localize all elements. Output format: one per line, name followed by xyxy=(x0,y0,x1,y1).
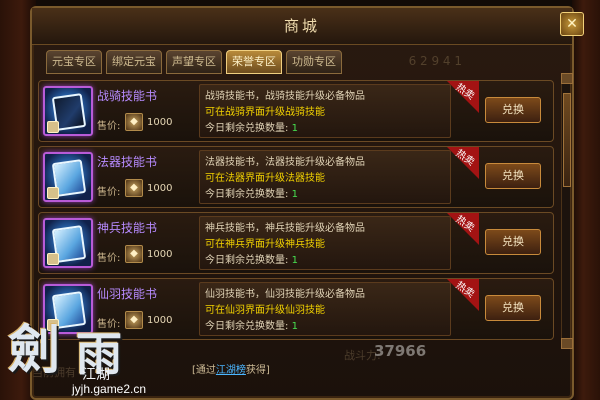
upgrade-hint: 可在神兵界面升级神兵技能 xyxy=(205,239,325,250)
list-item: 神兵技能书 售价: ◆ 1000 神兵技能书，神兵技能升级必备物品 可在神兵界面… xyxy=(38,212,554,274)
honor-currency-icon: ◆ xyxy=(125,245,143,263)
upgrade-hint: 可在仙羽界面升级仙羽技能 xyxy=(205,305,325,316)
remaining-count: 今日剩余兑换数量: 1 xyxy=(205,185,298,200)
item-description: 法器技能书，法器技能升级必备物品 可在法器界面升级法器技能 今日剩余兑换数量: … xyxy=(199,150,451,204)
game-logo: 劍 雨 江湖 jyjh.game2.cn xyxy=(0,306,170,400)
description-line: 战骑技能书，战骑技能升级必备物品 xyxy=(205,91,365,102)
logo-domain: jyjh.game2.cn xyxy=(72,382,147,396)
description-line: 法器技能书，法器技能升级必备物品 xyxy=(205,157,365,168)
tab-bound-yuanbao[interactable]: 绑定元宝 xyxy=(106,50,162,74)
item-list-scrollbar[interactable] xyxy=(561,73,573,349)
list-item: 法器技能书 售价: ◆ 1000 法器技能书，法器技能升级必备物品 可在法器界面… xyxy=(38,146,554,208)
remaining-label: 今日剩余兑换数量: xyxy=(205,255,289,266)
window-title: 商城 xyxy=(283,17,320,35)
item-name: 神兵技能书 xyxy=(97,221,158,235)
background-score-value: 37966 xyxy=(374,342,427,360)
remaining-value: 1 xyxy=(291,255,298,266)
scroll-thumb[interactable] xyxy=(563,93,571,187)
footer-note: [通过江湖榜获得] xyxy=(192,361,270,376)
footer-suffix: 获得] xyxy=(245,365,270,376)
upgrade-hint: 可在法器界面升级法器技能 xyxy=(205,173,325,184)
remaining-value: 1 xyxy=(291,123,298,134)
price-value: 1000 xyxy=(147,183,173,194)
price-label: 售价: xyxy=(97,253,121,264)
remaining-count: 今日剩余兑换数量: 1 xyxy=(205,119,298,134)
exchange-button[interactable]: 兑换 xyxy=(485,97,541,123)
item-icon[interactable] xyxy=(43,218,93,268)
tab-merit[interactable]: 功勋专区 xyxy=(286,50,342,74)
tab-honor[interactable]: 荣誉专区 xyxy=(226,50,282,74)
remaining-count: 今日剩余兑换数量: 1 xyxy=(205,251,298,266)
exchange-button[interactable]: 兑换 xyxy=(485,229,541,255)
description-line: 神兵技能书，神兵技能升级必备物品 xyxy=(205,223,365,234)
remaining-label: 今日剩余兑换数量: xyxy=(205,123,289,134)
honor-currency-icon: ◆ xyxy=(125,113,143,131)
item-icon[interactable] xyxy=(43,86,93,136)
title-bar: 商城 ✕ xyxy=(32,8,584,45)
item-description: 神兵技能书，神兵技能升级必备物品 可在神兵界面升级神兵技能 今日剩余兑换数量: … xyxy=(199,216,451,270)
price-label: 售价: xyxy=(97,121,121,132)
jianghu-ranking-link[interactable]: 江湖榜 xyxy=(216,365,246,376)
tab-prestige[interactable]: 声望专区 xyxy=(166,50,222,74)
lock-icon xyxy=(47,187,59,199)
logo-character-sword: 劍 xyxy=(8,320,61,381)
item-name: 法器技能书 xyxy=(97,155,158,169)
item-list: 战骑技能书 售价: ◆ 1000 战骑技能书，战骑技能升级必备物品 可在战骑界面… xyxy=(38,80,558,342)
currency-hint: 6 2 9 4 1 xyxy=(408,54,462,68)
lock-icon xyxy=(47,121,59,133)
remaining-value: 1 xyxy=(291,189,298,200)
item-name: 战骑技能书 xyxy=(97,89,158,103)
right-border-decoration xyxy=(572,0,600,400)
item-name: 仙羽技能书 xyxy=(97,287,158,301)
price-label: 售价: xyxy=(97,187,121,198)
item-description: 战骑技能书，战骑技能升级必备物品 可在战骑界面升级战骑技能 今日剩余兑换数量: … xyxy=(199,84,451,138)
honor-currency-icon: ◆ xyxy=(125,179,143,197)
close-button[interactable]: ✕ xyxy=(560,12,584,36)
upgrade-hint: 可在战骑界面升级战骑技能 xyxy=(205,107,325,118)
exchange-button[interactable]: 兑换 xyxy=(485,163,541,189)
lock-icon xyxy=(47,253,59,265)
scroll-down-button[interactable] xyxy=(561,338,573,349)
exchange-button[interactable]: 兑换 xyxy=(485,295,541,321)
remaining-value: 1 xyxy=(291,321,298,332)
item-icon[interactable] xyxy=(43,152,93,202)
tab-yuanbao[interactable]: 元宝专区 xyxy=(46,50,102,74)
price-value: 1000 xyxy=(147,117,173,128)
item-description: 仙羽技能书，仙羽技能升级必备物品 可在仙羽界面升级仙羽技能 今日剩余兑换数量: … xyxy=(199,282,451,336)
list-item: 战骑技能书 售价: ◆ 1000 战骑技能书，战骑技能升级必备物品 可在战骑界面… xyxy=(38,80,554,142)
logo-subtitle: 江湖 xyxy=(82,367,110,383)
remaining-count: 今日剩余兑换数量: 1 xyxy=(205,317,298,332)
description-line: 仙羽技能书，仙羽技能升级必备物品 xyxy=(205,289,365,300)
remaining-label: 今日剩余兑换数量: xyxy=(205,189,289,200)
price-value: 1000 xyxy=(147,249,173,260)
scroll-up-button[interactable] xyxy=(561,73,573,84)
footer-prefix: 通过 xyxy=(195,365,216,376)
remaining-label: 今日剩余兑换数量: xyxy=(205,321,289,332)
